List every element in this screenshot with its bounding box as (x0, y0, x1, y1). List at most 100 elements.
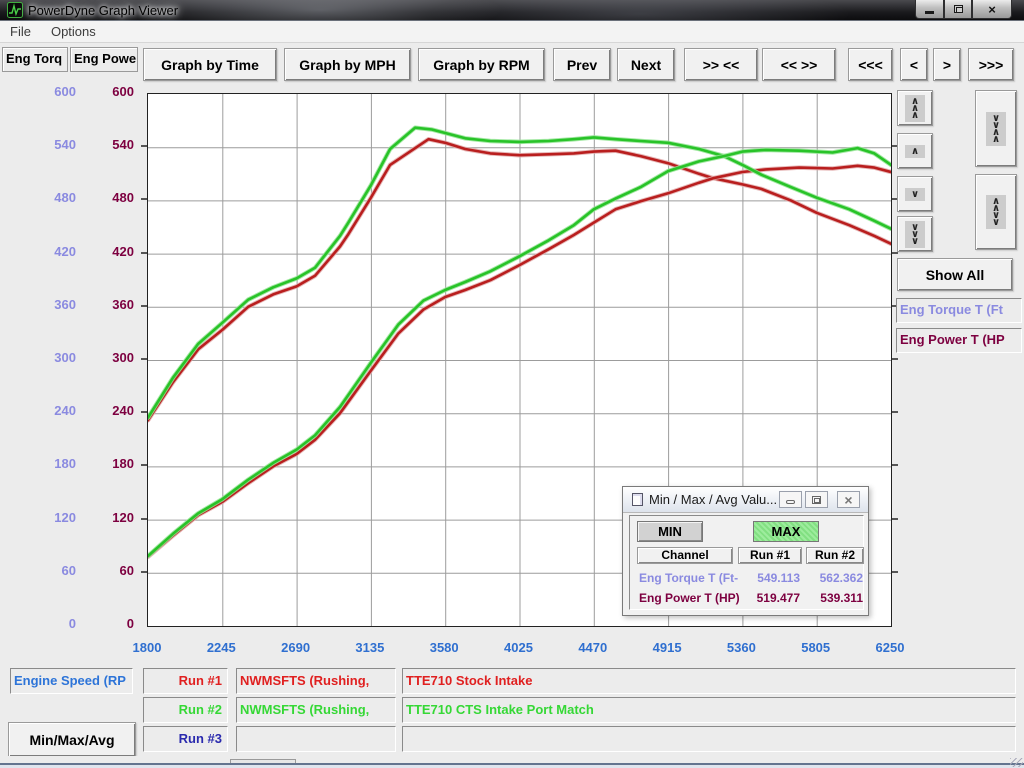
legend-eng-torque[interactable]: Eng Torque T (Ft (896, 298, 1022, 323)
y-tick-torque-360: 360 (36, 297, 76, 312)
x-tick-1800: 1800 (121, 640, 173, 655)
toolbar-button-label: Next (618, 49, 674, 80)
minimize-icon (786, 500, 795, 504)
toolbar-button-[interactable]: <<< (848, 48, 893, 81)
axis-tick-right (892, 464, 898, 466)
toolbar-button-label: <<< (849, 49, 892, 80)
chevron-expand-icon: ∧ ∧ ∨ ∨ (986, 195, 1006, 229)
y-tick-power-360: 360 (94, 297, 134, 312)
run-label-1[interactable]: Run #1 (143, 668, 228, 694)
y-tick-torque-120: 120 (36, 510, 76, 525)
restore-button[interactable] (944, 0, 972, 19)
legend-eng-power[interactable]: Eng Power T (HP (896, 328, 1022, 353)
x-axis-channel-box[interactable]: Engine Speed (RP (10, 668, 133, 694)
run-2-comment-2[interactable]: TTE710 CTS Intake Port Match (402, 697, 1016, 723)
x-tick-4915: 4915 (641, 640, 693, 655)
chevron-up-icon: ∧ (905, 145, 925, 158)
toolbar-button-graph-by-time[interactable]: Graph by Time (143, 48, 277, 81)
restore-icon (812, 496, 821, 504)
x-tick-2245: 2245 (195, 640, 247, 655)
window-title: PowerDyne Graph Viewer (28, 3, 178, 18)
minmax-title-bar[interactable]: Min / Max / Avg Valu... × (623, 487, 868, 513)
x-tick-5805: 5805 (790, 640, 842, 655)
run-1-comment-1[interactable]: NWMSFTS (Rushing, (236, 668, 396, 694)
toolbar-button-graph-by-mph[interactable]: Graph by MPH (284, 48, 411, 81)
minmaxavg-button[interactable]: Min/Max/Avg (8, 722, 136, 757)
zoom-expand-button[interactable]: ∧ ∧ ∨ ∨ (975, 174, 1017, 250)
axis-tick-right (892, 358, 898, 360)
toolbar-button-[interactable]: << >> (762, 48, 836, 81)
run-label-3[interactable]: Run #3 (143, 726, 228, 752)
run-1-comment-2[interactable]: TTE710 Stock Intake (402, 668, 1016, 694)
y-tick-power-480: 480 (94, 190, 134, 205)
y-tick-torque-540: 540 (36, 137, 76, 152)
minmax-row-run2-value: 539.311 (804, 591, 863, 605)
minmax-window-title: Min / Max / Avg Valu... (649, 492, 777, 507)
resize-grip[interactable] (1010, 758, 1023, 767)
toolbar-button-[interactable]: >>> (968, 48, 1014, 81)
scroll-page-up-button[interactable]: ∧ ∧ ∧ (897, 90, 933, 126)
chevron-collapse-icon: ∨ ∨ ∧ ∧ (986, 112, 1006, 146)
y-tick-torque-480: 480 (36, 190, 76, 205)
app-icon (7, 2, 23, 18)
y-tick-torque-180: 180 (36, 456, 76, 471)
axis-tick-right (892, 571, 898, 573)
zoom-collapse-button[interactable]: ∨ ∨ ∧ ∧ (975, 90, 1017, 167)
menu-file[interactable]: File (0, 24, 41, 39)
minmax-row-run2-value: 562.362 (804, 571, 863, 585)
scroll-up-button[interactable]: ∧ (897, 133, 933, 169)
minimize-button[interactable] (915, 0, 944, 19)
menu-options[interactable]: Options (41, 24, 106, 39)
toolbar-button-label: < (901, 49, 927, 80)
max-toggle-button[interactable]: MAX (753, 521, 819, 542)
y-tick-power-60: 60 (94, 563, 134, 578)
x-tick-3580: 3580 (418, 640, 470, 655)
run-2-comment-1[interactable]: NWMSFTS (Rushing, (236, 697, 396, 723)
run-3-comment-1[interactable] (236, 726, 396, 752)
toolbar-button-graph-by-rpm[interactable]: Graph by RPM (418, 48, 545, 81)
minmax-row-channel: Eng Power T (HP) (639, 591, 740, 605)
minmax-window-icon (632, 493, 643, 506)
y-tick-torque-0: 0 (36, 616, 76, 631)
toolbar-button-[interactable]: < (900, 48, 928, 81)
menu-bar: File Options (0, 21, 1024, 43)
toolbar-button-label: Prev (554, 49, 610, 80)
show-all-button[interactable]: Show All (897, 258, 1013, 291)
tab-eng-power[interactable]: Eng Powe (70, 47, 138, 72)
chevron-page-down-icon: ∨ ∨ ∨ (905, 221, 925, 248)
minmax-restore-button[interactable] (805, 491, 828, 508)
toolbar-button-[interactable]: >> << (684, 48, 758, 81)
x-tick-3135: 3135 (344, 640, 396, 655)
y-tick-power-300: 300 (94, 350, 134, 365)
axis-tick-right (892, 518, 898, 520)
x-tick-5360: 5360 (715, 640, 767, 655)
chevron-page-up-icon: ∧ ∧ ∧ (905, 95, 925, 122)
toolbar-button-prev[interactable]: Prev (553, 48, 611, 81)
toolbar-button-[interactable]: > (933, 48, 961, 81)
minmax-close-button[interactable]: × (837, 491, 860, 508)
minimize-icon (925, 11, 934, 14)
toolbar-button-label: >> << (685, 49, 757, 80)
y-tick-torque-420: 420 (36, 244, 76, 259)
restore-icon (954, 5, 963, 13)
minmax-row-channel: Eng Torque T (Ft- (639, 571, 738, 585)
column-header-run1[interactable]: Run #1 (738, 547, 802, 564)
close-button[interactable]: × (972, 0, 1012, 19)
y-tick-torque-240: 240 (36, 403, 76, 418)
status-strip (0, 756, 1024, 768)
toolbar-button-next[interactable]: Next (617, 48, 675, 81)
close-icon: × (988, 3, 996, 16)
scroll-page-down-button[interactable]: ∨ ∨ ∨ (897, 216, 933, 252)
x-tick-6250: 6250 (864, 640, 916, 655)
scroll-down-button[interactable]: ∨ (897, 176, 933, 212)
run-label-2[interactable]: Run #2 (143, 697, 228, 723)
y-tick-power-0: 0 (94, 616, 134, 631)
y-tick-torque-600: 600 (36, 84, 76, 99)
column-header-channel[interactable]: Channel (637, 547, 733, 564)
column-header-run2[interactable]: Run #2 (806, 547, 864, 564)
run-3-comment-2[interactable] (402, 726, 1016, 752)
minmax-minimize-button[interactable] (779, 491, 802, 508)
min-toggle-button[interactable]: MIN (637, 521, 703, 542)
tab-eng-torque[interactable]: Eng Torq (2, 47, 68, 72)
title-bar[interactable]: PowerDyne Graph Viewer × (0, 0, 1024, 21)
